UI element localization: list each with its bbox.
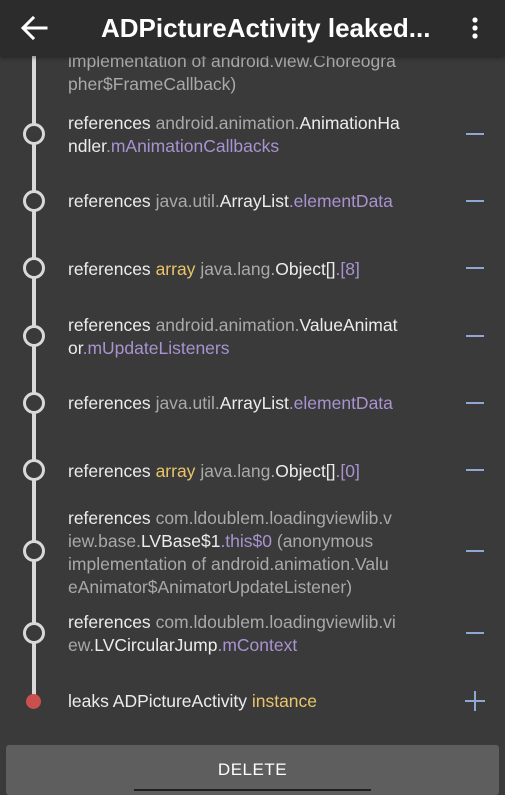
- trace-row[interactable]: references java.util.ArrayList.elementDa…: [68, 392, 444, 415]
- collapse-icon[interactable]: [466, 335, 484, 337]
- leak-row[interactable]: leaks ADPictureActivity instance: [68, 690, 444, 713]
- trace-row[interactable]: references array java.lang.Object[].[8]: [68, 258, 444, 281]
- footer: DELETE: [0, 740, 505, 795]
- arrow-left-icon: [20, 15, 48, 41]
- trace-row[interactable]: references android.animation.AnimationHa…: [68, 112, 444, 158]
- trace-node: [23, 257, 45, 279]
- trace-node: [23, 325, 45, 347]
- more-vertical-icon: [472, 17, 478, 39]
- trace-node: [23, 123, 45, 145]
- back-button[interactable]: [14, 8, 54, 48]
- trace-node: [23, 459, 45, 481]
- partial-trace-text: implementation of android.view.Choreogra…: [68, 56, 396, 94]
- collapse-icon[interactable]: [466, 469, 484, 471]
- trace-row[interactable]: references android.animation.ValueAnimat…: [68, 314, 444, 360]
- trace-node: [23, 622, 45, 644]
- timeline-line: [32, 56, 36, 700]
- trace-node: [23, 190, 45, 212]
- trace-node: [23, 540, 45, 562]
- collapse-icon[interactable]: [466, 550, 484, 552]
- trace-row[interactable]: references com.ldoublem.loadingviewlib.v…: [68, 611, 444, 657]
- collapse-icon[interactable]: [466, 200, 484, 202]
- page-title: ADPictureActivity leaked...: [101, 13, 431, 43]
- collapse-icon[interactable]: [466, 267, 484, 269]
- trace-node: [23, 392, 45, 414]
- app-bar: ADPictureActivity leaked...: [0, 0, 505, 56]
- collapse-icon[interactable]: [466, 133, 484, 135]
- trace-row[interactable]: references java.util.ArrayList.elementDa…: [68, 190, 444, 213]
- expand-icon[interactable]: [465, 691, 485, 711]
- trace-row[interactable]: references array java.lang.Object[].[0]: [68, 460, 444, 483]
- leak-trace-list[interactable]: implementation of android.view.Choreogra…: [0, 56, 505, 740]
- delete-button[interactable]: DELETE: [6, 745, 499, 795]
- trace-row[interactable]: references com.ldoublem.loadingviewlib.v…: [68, 507, 444, 599]
- leak-node: [26, 694, 41, 709]
- more-options-button[interactable]: [460, 8, 490, 48]
- collapse-icon[interactable]: [466, 632, 484, 634]
- collapse-icon[interactable]: [466, 402, 484, 404]
